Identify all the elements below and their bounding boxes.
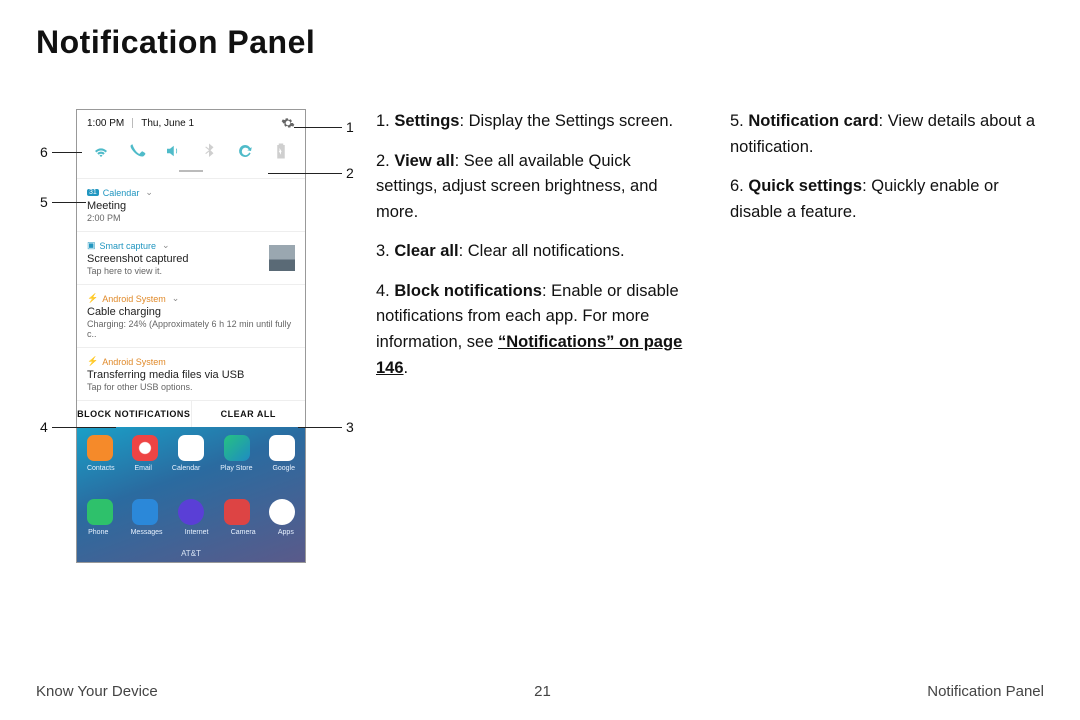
- notif-sub: Charging: 24% (Approximately 6 h 12 min …: [87, 319, 295, 339]
- footer-page-number: 21: [534, 683, 551, 700]
- clear-all-button[interactable]: CLEAR ALL: [191, 401, 306, 427]
- battery-icon[interactable]: [272, 142, 290, 160]
- bluetooth-icon[interactable]: [200, 142, 218, 160]
- screenshot-thumbnail: [269, 245, 295, 271]
- page-footer: Know Your Device 21 Notification Panel: [36, 683, 1044, 700]
- callout-2: 2: [268, 165, 358, 181]
- notif-sub: Tap for other USB options.: [87, 382, 295, 392]
- app-icon: [224, 435, 250, 461]
- app-icon: [87, 499, 113, 525]
- notif-title: Screenshot captured: [87, 253, 189, 265]
- app-labels-row: PhoneMessagesInternetCameraApps: [77, 529, 305, 536]
- list-item: 1. Settings: Display the Settings screen…: [376, 109, 690, 135]
- notification-card-charging[interactable]: ⚡ Android System⌄ Cable charging Chargin…: [77, 284, 305, 347]
- page-title: Notification Panel: [36, 24, 1044, 61]
- wifi-icon[interactable]: [92, 142, 110, 160]
- list-item: 2. View all: See all available Quick set…: [376, 149, 690, 226]
- notif-app-label: ⚡ Android System: [87, 356, 295, 367]
- app-row: [77, 435, 305, 461]
- notif-sub: 2:00 PM: [87, 213, 295, 223]
- content-row: 1:00 PM Thu, June 1: [36, 109, 1044, 563]
- col-right: 5. Notification card: View details about…: [730, 109, 1044, 563]
- chevron-down-icon: ⌄: [172, 293, 180, 304]
- notif-app-label: 31 Calendar⌄: [87, 187, 295, 198]
- notification-card-screenshot[interactable]: ▣ Smart capture⌄ Screenshot captured Tap…: [77, 231, 305, 284]
- col-left: 1. Settings: Display the Settings screen…: [376, 109, 690, 563]
- notification-card-calendar[interactable]: 31 Calendar⌄ Meeting 2:00 PM: [77, 178, 305, 231]
- callout-6: 6: [36, 144, 82, 160]
- app-labels-row: ContactsEmailCalendarPlay StoreGoogle: [77, 465, 305, 472]
- sound-icon[interactable]: [164, 142, 182, 160]
- footer-right: Notification Panel: [927, 683, 1044, 700]
- list-item: 6. Quick settings: Quickly enable or dis…: [730, 174, 1044, 225]
- notif-title: Meeting: [87, 200, 295, 212]
- divider: [132, 118, 133, 128]
- app-icon: [269, 435, 295, 461]
- phone-illustration-wrap: 1:00 PM Thu, June 1: [36, 109, 336, 563]
- callout-4: 4: [36, 419, 116, 435]
- list-item: 3. Clear all: Clear all notifications.: [376, 239, 690, 265]
- list-item: 4. Block notifications: Enable or disabl…: [376, 279, 690, 381]
- status-bar: 1:00 PM Thu, June 1: [77, 110, 305, 136]
- carrier-label: AT&T: [77, 549, 305, 558]
- footer-left: Know Your Device: [36, 683, 158, 700]
- app-icon: [132, 499, 158, 525]
- notification-card-usb[interactable]: ⚡ Android System Transferring media file…: [77, 347, 305, 400]
- callout-3: 3: [298, 419, 358, 435]
- app-row: [77, 499, 305, 525]
- notif-app-label: ▣ Smart capture⌄: [87, 240, 189, 251]
- notif-title: Cable charging: [87, 306, 295, 318]
- app-icon: [87, 435, 113, 461]
- notif-sub: Tap here to view it.: [87, 266, 189, 276]
- status-time: 1:00 PM: [87, 118, 124, 129]
- manual-page: Notification Panel 1:00 PM Thu, June 1: [0, 0, 1080, 720]
- notif-app-label: ⚡ Android System⌄: [87, 293, 295, 304]
- app-icon: [178, 435, 204, 461]
- status-left: 1:00 PM Thu, June 1: [87, 118, 194, 129]
- notif-title: Transferring media files via USB: [87, 369, 295, 381]
- callout-5: 5: [36, 194, 86, 210]
- list-item: 5. Notification card: View details about…: [730, 109, 1044, 160]
- app-icon: [132, 435, 158, 461]
- chevron-down-icon: ⌄: [145, 187, 153, 198]
- home-screen-backdrop: ContactsEmailCalendarPlay StoreGoogle Ph…: [77, 427, 305, 562]
- app-icon: [224, 499, 250, 525]
- chevron-down-icon: ⌄: [162, 240, 170, 251]
- status-date: Thu, June 1: [141, 118, 194, 129]
- app-icon: [178, 499, 204, 525]
- callout-1: 1: [294, 119, 358, 135]
- gear-icon[interactable]: [281, 116, 295, 130]
- rotate-icon[interactable]: [236, 142, 254, 160]
- wifi-calling-icon[interactable]: [128, 142, 146, 160]
- description-columns: 1. Settings: Display the Settings screen…: [376, 109, 1044, 563]
- app-icon: [269, 499, 295, 525]
